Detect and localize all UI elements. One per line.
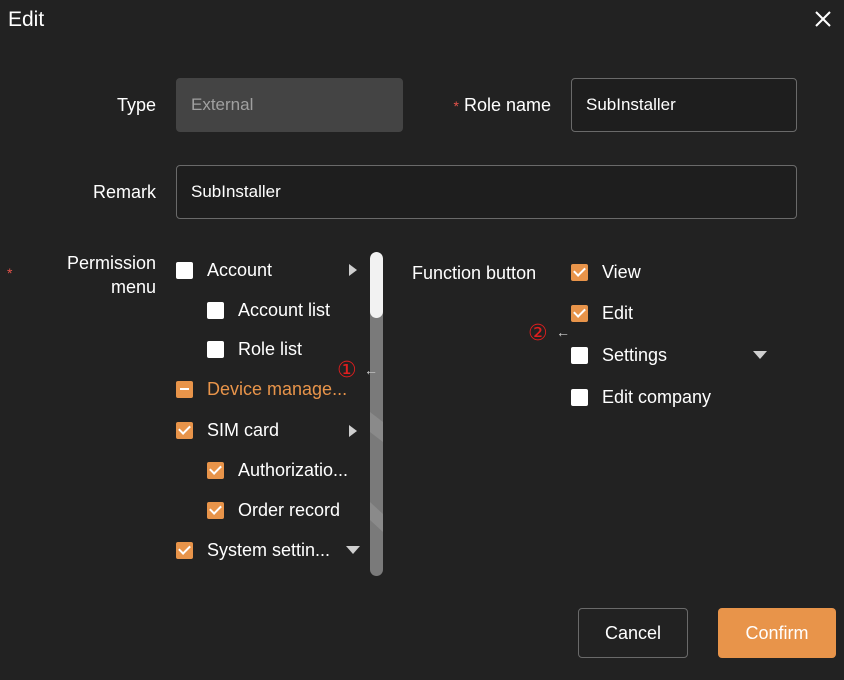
cancel-button[interactable]: Cancel (578, 608, 688, 658)
remark-input[interactable]: SubInstaller (176, 165, 797, 219)
permission-menu-label: Permission menu (66, 253, 156, 297)
checkbox[interactable] (176, 421, 193, 439)
close-icon[interactable] (810, 6, 836, 32)
function-item-view[interactable]: View (571, 260, 641, 284)
tree-item-account[interactable]: Account (176, 258, 272, 282)
tree-item-account-list[interactable]: Account list (207, 298, 330, 322)
tree-item-authorization[interactable]: Authorizatio... (207, 458, 348, 482)
caret-down-icon[interactable] (346, 546, 360, 554)
left-arrow-icon: ← (556, 324, 570, 340)
checkbox[interactable] (176, 261, 193, 279)
remark-label: Remark (92, 182, 156, 202)
tree-item-order-record[interactable]: Order record (207, 498, 340, 522)
function-item-label: Settings (602, 344, 668, 365)
tree-item-device-management[interactable]: Device manage... (176, 377, 347, 401)
permission-scrollbar[interactable] (370, 252, 383, 576)
permission-required-mark: * (7, 265, 13, 281)
required-mark: * (453, 98, 459, 114)
type-label: Type (116, 95, 156, 115)
type-field: External (176, 78, 403, 132)
scrollbar-shading (370, 412, 383, 532)
tree-item-label: Device manage... (207, 378, 348, 399)
tree-item-label: Account list (238, 299, 331, 320)
function-item-edit[interactable]: Edit (571, 301, 633, 325)
function-button-label: Function button (412, 263, 537, 283)
dialog-title: Edit (8, 8, 45, 31)
function-item-label: Edit (602, 302, 634, 323)
tree-item-sim-card[interactable]: SIM card (176, 418, 279, 442)
tree-item-label: Order record (238, 499, 341, 520)
function-item-label: Edit company (602, 386, 712, 407)
function-item-settings[interactable]: Settings (571, 343, 667, 367)
checkbox[interactable] (207, 461, 224, 479)
tree-item-label: Authorizatio... (238, 459, 349, 480)
confirm-button[interactable]: Confirm (718, 608, 836, 658)
caret-right-icon[interactable] (349, 264, 357, 276)
checkbox[interactable] (207, 501, 224, 519)
tree-item-system-settings[interactable]: System settin... (176, 538, 330, 562)
checkbox[interactable] (176, 380, 193, 398)
tree-item-label: SIM card (207, 419, 280, 440)
annotation-marker-2: ② (528, 320, 548, 345)
left-arrow-icon: ← (364, 362, 378, 378)
checkbox[interactable] (571, 304, 588, 322)
checkbox[interactable] (571, 263, 588, 281)
tree-item-label: Account (207, 259, 273, 280)
function-item-edit-company[interactable]: Edit company (571, 385, 711, 409)
annotation-marker-1: ① (337, 357, 357, 382)
checkbox[interactable] (571, 388, 588, 406)
tree-item-label: System settin... (207, 539, 331, 560)
checkbox[interactable] (571, 346, 588, 364)
tree-item-label: Role list (238, 338, 303, 359)
checkbox[interactable] (207, 340, 224, 358)
tree-item-role-list[interactable]: Role list (207, 337, 302, 361)
role-name-input[interactable]: SubInstaller (571, 78, 797, 132)
checkbox[interactable] (207, 301, 224, 319)
function-item-label: View (602, 261, 641, 282)
caret-down-icon[interactable] (753, 351, 767, 359)
caret-right-icon[interactable] (349, 425, 357, 437)
role-name-label: * Role name (440, 95, 551, 116)
checkbox[interactable] (176, 541, 193, 559)
role-name-label-text: Role name (463, 95, 551, 115)
